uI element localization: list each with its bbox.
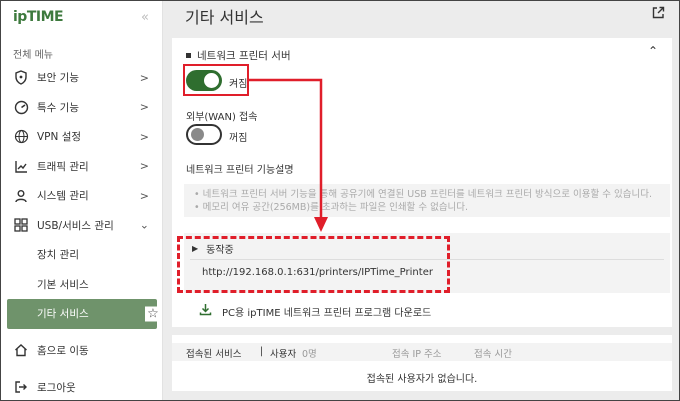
toggle-off-label: 꺼짐 [229,133,248,144]
connected-service-header: 접속된 서비스 [186,349,242,360]
chevron-right-icon: > [139,100,149,114]
globe-icon [13,129,29,145]
sidebar-item-label: 시스템 관리 [37,190,89,203]
shield-icon [13,70,29,86]
sidebar-item-label: 특수 기능 [37,101,79,114]
menu-list: 보안 기능 > 특수 기능 > VPN 설정 > 트래픽 관리 > 시스템 관리… [1,63,163,329]
connected-users-table: 접속된 서비스 | 사용자 0명 접속 IP 주소 접속 시간 접속된 사용자가… [172,335,672,391]
export-icon[interactable] [652,6,665,22]
star-icon[interactable]: ☆ [145,306,161,322]
chevron-right-icon: > [139,159,149,173]
toggle-knob [191,128,204,141]
home-label: 홈으로 이동 [37,344,89,357]
sidebar: ipTIME « 전체 메뉴 보안 기능 > 특수 기능 > VPN 설정 > [1,1,163,400]
wan-access-toggle[interactable] [186,124,222,145]
sidebar-item-traffic[interactable]: 트래픽 관리 > [1,152,163,182]
chevron-right-icon: > [139,189,149,203]
empty-message: 접속된 사용자가 없습니다. [366,374,478,385]
sidebar-item-label: 트래픽 관리 [37,160,89,173]
download-link[interactable]: PC용 ipTIME 네트워크 프린터 프로그램 다운로드 [199,303,431,319]
description-box: • 네트워크 프린터 서버 기능을 통해 공유기에 연결된 USB 프린터를 네… [184,184,670,217]
home-icon [13,342,29,358]
sidebar-item-label: 보안 기능 [37,72,79,85]
menu-heading: 전체 메뉴 [13,50,53,61]
description-title: 네트워크 프린터 기능설명 [186,165,294,176]
user-count: 0명 [302,349,317,360]
gauge-icon [13,99,29,115]
logout-label: 로그아웃 [37,381,76,394]
sidebar-subitem-device[interactable]: 장치 관리 [1,240,163,270]
sidebar-item-security[interactable]: 보안 기능 > [1,63,163,93]
header-separator: | [260,346,264,357]
page-title: 기타 서비스 [185,8,264,27]
user-icon [13,188,29,204]
user-header: 사용자 [270,349,297,360]
sidebar-item-usb-service[interactable]: USB/서비스 관리 ⌄ [1,211,163,241]
sidebar-item-system[interactable]: 시스템 관리 > [1,181,163,211]
chevron-right-icon: > [139,71,149,85]
sidebar-item-label: USB/서비스 관리 [37,219,114,232]
sidebar-item-special[interactable]: 특수 기능 > [1,93,163,123]
table-header: 접속된 서비스 | 사용자 0명 접속 IP 주소 접속 시간 [172,343,672,361]
sidebar-subitem-basic-service[interactable]: 기본 서비스 [1,270,163,300]
sidebar-item-label: VPN 설정 [37,131,82,144]
chevron-up-icon[interactable]: ⌃ [648,44,658,58]
logo: ipTIME [13,9,64,25]
ip-column-header: 접속 IP 주소 [392,349,442,360]
chevron-down-icon: ⌄ [139,218,149,232]
description-line: • 네트워크 프린터 서버 기능을 통해 공유기에 연결된 USB 프린터를 네… [194,189,652,200]
description-line: • 메모리 여유 공간(256MB)를 초과하는 파일은 인쇄할 수 없습니다. [194,202,469,213]
sidebar-subitem-other-service[interactable]: 기타 서비스 ☆ [7,299,161,329]
section-title: 네트워크 프린터 서버 [186,48,291,63]
sidebar-item-vpn[interactable]: VPN 설정 > [1,122,163,152]
collapse-sidebar-icon[interactable]: « [141,10,149,25]
download-label: PC용 ipTIME 네트워크 프린터 프로그램 다운로드 [222,307,432,319]
status-highlight-box [177,236,450,293]
chevron-right-icon: > [139,130,149,144]
home-link[interactable]: 홈으로 이동 [13,342,89,358]
grid-icon [13,217,29,233]
sidebar-subitem-label: 기타 서비스 [37,308,89,321]
chart-icon [13,158,29,174]
logout-link[interactable]: 로그아웃 [13,379,76,395]
wan-access-label: 외부(WAN) 접속 [186,112,258,123]
logout-icon [13,379,29,395]
main-panel: 기타 서비스 네트워크 프린터 서버 ⌃ 켜짐 외부(WAN) 접속 꺼짐 네트… [163,1,679,400]
download-icon [199,303,212,319]
time-column-header: 접속 시간 [474,349,512,360]
bullet-square-icon [186,53,191,58]
toggle-highlight-box [183,64,249,96]
